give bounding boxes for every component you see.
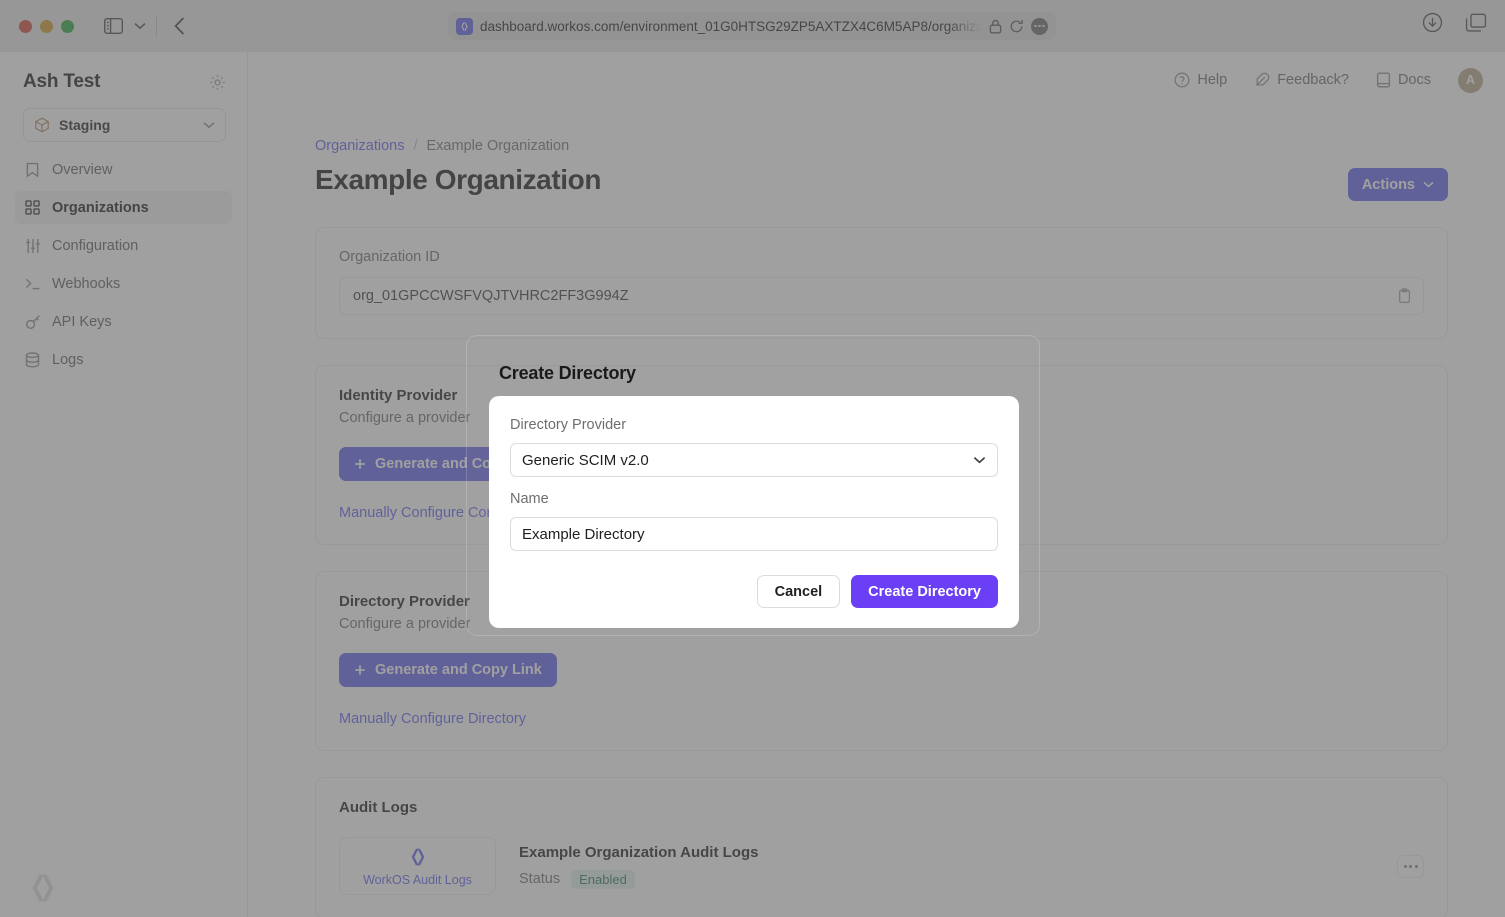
- cancel-button[interactable]: Cancel: [757, 575, 841, 608]
- modal-overlay[interactable]: Create Directory Directory Provider Gene…: [0, 0, 1505, 917]
- directory-name-value: Example Directory: [522, 526, 645, 543]
- chevron-down-icon: [973, 456, 986, 464]
- modal-form-card: Directory Provider Generic SCIM v2.0 Nam…: [489, 396, 1019, 628]
- directory-name-input[interactable]: Example Directory: [510, 517, 998, 551]
- create-directory-modal: Create Directory Directory Provider Gene…: [466, 335, 1040, 636]
- directory-provider-field-label: Directory Provider: [510, 417, 998, 433]
- modal-title: Create Directory: [467, 363, 1039, 384]
- create-directory-button[interactable]: Create Directory: [851, 575, 998, 608]
- directory-name-field-label: Name: [510, 491, 998, 507]
- directory-provider-select[interactable]: Generic SCIM v2.0: [510, 443, 998, 477]
- directory-provider-selected-value: Generic SCIM v2.0: [522, 452, 649, 469]
- modal-action-buttons: Cancel Create Directory: [510, 575, 998, 608]
